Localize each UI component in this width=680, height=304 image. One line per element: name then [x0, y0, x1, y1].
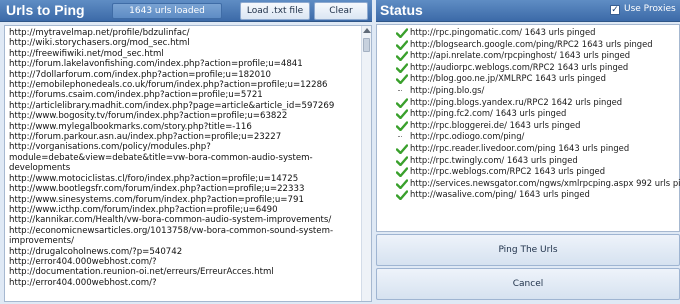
green-check-icon — [395, 179, 409, 189]
status-panel-header: Status ✓ Use Proxies — [376, 0, 680, 22]
load-txt-file-button[interactable]: Load .txt file — [240, 2, 310, 20]
url-line: http://www.bogosity.tv/forum/index.php?a… — [9, 111, 288, 122]
url-line: http://documentation.reunion-oi.net/erre… — [9, 267, 274, 278]
url-line: http://forum.parkour.asn.au/index.php?ac… — [9, 132, 282, 143]
url-line: http://mytravelmap.net/profile/bdzulinfa… — [9, 28, 190, 38]
status-row-text: http://blog.goo.ne.jp/XMLRPC 1643 urls p… — [410, 73, 606, 84]
status-row-text: http://audiorpc.weblogs.com/RPC2 1643 ur… — [410, 61, 629, 72]
status-row-text: http://wasalive.com/ping/ 1643 urls ping… — [410, 189, 590, 200]
green-check-icon — [395, 144, 409, 155]
urls-panel-header: Urls to Ping 1643 urls loaded Load .txt … — [0, 0, 372, 22]
status-list: http://rpc.pingomatic.com/ 1643 urls pin… — [380, 27, 680, 201]
scroll-up-arrow-icon[interactable] — [363, 28, 371, 33]
status-row-text: http://rpc.weblogs.com/RPC2 1643 urls pi… — [410, 166, 606, 177]
status-row-text: http://api.nrelate.com/rpcpinghost/ 1643… — [410, 50, 631, 61]
app-window: Urls to Ping 1643 urls loaded Load .txt … — [0, 0, 680, 304]
status-row: http://api.nrelate.com/rpcpinghost/ 1643… — [380, 50, 676, 62]
url-line: http://www.mylegalbookmarks.com/story.ph… — [9, 121, 252, 132]
status-row: http://rpc.pingomatic.com/ 1643 urls pin… — [380, 27, 676, 39]
status-row-text: http://rpc.bloggerei.de/ 1643 urls pinge… — [410, 119, 581, 130]
status-row: http://blog.goo.ne.jp/XMLRPC 1643 urls p… — [380, 73, 676, 85]
use-proxies-checkbox[interactable]: ✓ — [610, 5, 620, 15]
url-line: http://www.icthp.com/forum/index.php?act… — [9, 204, 278, 215]
status-row: http://ping.blogs.yandex.ru/RPC2 1642 ur… — [380, 97, 676, 109]
status-row: http://rpc.twingly.com/ 1643 urls pinged — [380, 155, 676, 167]
url-line: http://7dollarforum.com/index.php?action… — [9, 69, 272, 80]
url-line: http://error404.000webhost.com/? — [9, 256, 157, 267]
status-panel: Status ✓ Use Proxies http://rpc.pingomat… — [376, 0, 680, 304]
status-row-text: http://ping.blogs.yandex.ru/RPC2 1642 ur… — [410, 96, 623, 107]
green-check-icon — [395, 63, 409, 73]
urls-vertical-scrollbar[interactable] — [361, 26, 371, 301]
url-line: http://drugalcoholnews.com/?p=540742 — [9, 246, 183, 257]
status-row-text: http://rpc.twingly.com/ 1643 urls pinged — [410, 154, 578, 165]
green-check-icon — [395, 109, 409, 120]
status-row: http://services.newsgator.com/ngws/xmlrp… — [380, 178, 680, 190]
green-check-icon — [395, 39, 409, 50]
scrollbar-thumb[interactable] — [363, 38, 370, 52]
ping-the-urls-button[interactable]: Ping The Urls — [376, 234, 680, 266]
url-line: http://articlelibrary.madhit.com/index.p… — [9, 100, 335, 111]
status-row: http://audiorpc.weblogs.com/RPC2 1643 ur… — [380, 62, 676, 74]
status-list-box: http://rpc.pingomatic.com/ 1643 urls pin… — [376, 24, 680, 232]
url-line: http://economicnewsarticles.org/1013758/… — [9, 225, 334, 247]
clear-button[interactable]: Clear — [314, 2, 368, 20]
green-check-icon — [395, 74, 409, 85]
url-line: http://error404.000webhost.com/? — [9, 277, 157, 288]
url-line: http://www.bootlegsfr.com/forum/index.ph… — [9, 184, 305, 195]
status-row-text: http://blogsearch.google.com/ping/RPC2 1… — [410, 38, 653, 49]
tree-connector — [398, 136, 402, 138]
use-proxies-label: Use Proxies — [624, 4, 676, 14]
status-row: http://rpc.weblogs.com/RPC2 1643 urls pi… — [380, 166, 676, 178]
status-row: http://ping.fc2.com/ 1643 urls pinged — [380, 108, 676, 120]
status-row: http://wasalive.com/ping/ 1643 urls ping… — [380, 189, 676, 201]
status-row-text: http://ping.blo.gs/ — [410, 84, 485, 95]
green-check-icon — [395, 28, 409, 39]
tree-connector — [398, 89, 402, 91]
status-row: http://blogsearch.google.com/ping/RPC2 1… — [380, 39, 676, 51]
url-line: http://forum.lakelavonfishing.com/index.… — [9, 59, 303, 70]
url-line: http://freewifiwiki.net/mod_sec.html — [9, 48, 164, 59]
status-row: http://rpc.odiogo.com/ping/ — [380, 131, 676, 143]
url-line: http://vorganisations.com/policy/modules… — [9, 142, 313, 174]
url-line: http://www.sinesystems.com/forum/index.p… — [9, 194, 304, 205]
url-line: http://wiki.storychasers.org/mod_sec.htm… — [9, 38, 190, 49]
green-check-icon — [395, 190, 409, 201]
cancel-button[interactable]: Cancel — [376, 268, 680, 300]
url-list: http://mytravelmap.net/profile/bdzulinfa… — [9, 28, 359, 288]
urls-panel-title: Urls to Ping — [6, 2, 85, 18]
status-row-text: http://rpc.reader.livedoor.com/ping 1643… — [410, 142, 630, 153]
status-row-text: http://rpc.odiogo.com/ping/ — [410, 131, 525, 142]
status-row: http://rpc.bloggerei.de/ 1643 urls pinge… — [380, 120, 676, 132]
green-check-icon — [395, 51, 409, 62]
status-row-text: http://ping.fc2.com/ 1643 urls pinged — [410, 108, 567, 119]
urls-panel: Urls to Ping 1643 urls loaded Load .txt … — [0, 0, 372, 304]
status-row: http://ping.blo.gs/ — [380, 85, 676, 97]
status-panel-title: Status — [380, 2, 423, 18]
green-check-icon — [395, 167, 409, 178]
url-line: http://forums.csaim.com/index.php?action… — [9, 90, 263, 101]
green-check-icon — [395, 121, 409, 131]
url-line: http://www.motociclistas.cl/foro/index.p… — [9, 173, 299, 184]
url-line: http://emobilephonedeals.co.uk/forum/ind… — [9, 80, 328, 91]
green-check-icon — [395, 97, 409, 108]
url-line: http://kannikar.com/Health/vw-bora-commo… — [9, 215, 332, 226]
urls-loaded-count: 1643 urls loaded — [112, 3, 222, 19]
urls-textarea[interactable]: http://mytravelmap.net/profile/bdzulinfa… — [4, 25, 372, 302]
status-row-text: http://rpc.pingomatic.com/ 1643 urls pin… — [410, 27, 596, 37]
green-check-icon — [395, 155, 409, 166]
status-row: http://rpc.reader.livedoor.com/ping 1643… — [380, 143, 676, 155]
status-row-text: http://services.newsgator.com/ngws/xmlrp… — [410, 177, 680, 188]
